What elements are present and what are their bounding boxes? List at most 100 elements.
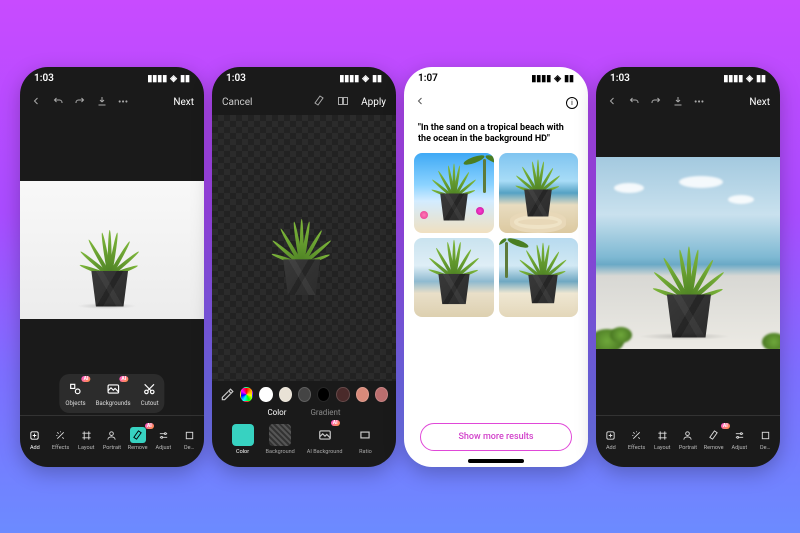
portrait-icon [680, 427, 696, 443]
flower-decor [476, 207, 484, 215]
color-swatch[interactable] [375, 387, 388, 402]
editor-canvas[interactable]: AI Objects AI Backgrounds Cutout [20, 115, 204, 415]
tool-label: Effects [628, 445, 645, 451]
status-icons: ▮▮▮▮ ◈ ▮▮ [531, 74, 574, 84]
tool-layout[interactable]: Layout [650, 427, 674, 451]
tab-gradient[interactable]: Gradient [310, 408, 340, 417]
tool-add[interactable]: Add [23, 427, 47, 451]
redo-icon[interactable] [650, 95, 662, 110]
canvas-content [596, 115, 780, 415]
adjust-icon [731, 427, 747, 443]
color-swatch[interactable] [259, 387, 272, 402]
show-more-label: Show more results [458, 432, 533, 442]
color-swatch[interactable] [317, 387, 330, 402]
palm-decor [483, 159, 486, 193]
show-more-button[interactable]: Show more results [420, 423, 572, 451]
tool-label: De… [760, 445, 770, 451]
tool-label: Remove [128, 445, 148, 451]
download-icon[interactable] [96, 95, 108, 110]
tool-adjust[interactable]: Adjust [727, 427, 751, 451]
signal-icon: ▮▮▮▮ [531, 74, 551, 84]
editor-canvas[interactable] [596, 115, 780, 415]
color-swatch[interactable] [279, 387, 292, 402]
undo-icon[interactable] [628, 95, 640, 110]
color-swatch[interactable] [336, 387, 349, 402]
result-thumbnail[interactable] [414, 238, 494, 318]
redo-icon[interactable] [74, 95, 86, 110]
tool-effects[interactable]: Effects [625, 427, 649, 451]
result-thumbnail[interactable] [414, 153, 494, 233]
eraser-icon[interactable] [313, 95, 325, 110]
back-icon[interactable] [606, 95, 618, 110]
color-gradient-tabs: Color Gradient [212, 408, 396, 421]
mode-color[interactable]: Color [232, 424, 254, 455]
next-button[interactable]: Next [173, 97, 194, 108]
cutout-icon [141, 380, 159, 398]
popup-cutout[interactable]: Cutout [141, 380, 159, 407]
results-grid [414, 153, 578, 317]
eyedropper-icon[interactable] [220, 387, 234, 401]
mode-ratio[interactable]: Ratio [354, 424, 376, 455]
tab-color[interactable]: Color [267, 408, 286, 417]
ai-badge: AI [82, 376, 91, 382]
popup-objects[interactable]: AI Objects [65, 380, 85, 407]
phone-2-background-color: 1:03 ▮▮▮▮ ◈ ▮▮ Cancel Apply [212, 67, 396, 467]
phone-4-editor-result: 1:03 ▮▮▮▮ ◈ ▮▮ ••• Next [596, 67, 780, 467]
back-icon[interactable] [414, 95, 426, 110]
plant-cutout [279, 259, 325, 295]
color-picker-swatch[interactable] [240, 387, 253, 402]
tool-remove[interactable]: AIRemove [702, 427, 726, 451]
tool-portrait[interactable]: Portrait [676, 427, 700, 451]
editor-nav: ••• Next [20, 91, 204, 115]
more-icon[interactable]: ••• [694, 97, 704, 108]
tool-label: Portrait [679, 445, 697, 451]
signal-icon: ▮▮▮▮ [147, 74, 167, 84]
wifi-icon: ◈ [746, 74, 753, 84]
result-thumbnail[interactable] [499, 153, 579, 233]
plant-overlay [434, 274, 473, 305]
wifi-icon: ◈ [554, 74, 561, 84]
background-mode-toolbar: Color Background AIAI Background Ratio [212, 421, 396, 467]
effects-icon [629, 427, 645, 443]
tool-adjust[interactable]: Adjust [151, 427, 175, 451]
color-mode-icon [232, 424, 254, 446]
ai-background-icon: AI [314, 424, 336, 446]
info-icon[interactable]: i [566, 97, 578, 109]
ratio-icon [354, 424, 376, 446]
tool-effects[interactable]: Effects [49, 427, 73, 451]
objects-icon: AI [66, 380, 84, 398]
tool-label: Effects [52, 445, 69, 451]
phone-1-editor-original: 1:03 ▮▮▮▮ ◈ ▮▮ ••• Next [20, 67, 204, 467]
color-swatch[interactable] [298, 387, 311, 402]
back-icon[interactable] [30, 95, 42, 110]
results-nav: i [404, 91, 588, 115]
cancel-button[interactable]: Cancel [222, 97, 252, 108]
wifi-icon: ◈ [362, 74, 369, 84]
editor-canvas-transparent[interactable] [212, 115, 396, 381]
download-icon[interactable] [672, 95, 684, 110]
tool-label: Layout [654, 445, 670, 451]
result-thumbnail[interactable] [499, 238, 579, 318]
editor-nav: ••• Next [596, 91, 780, 115]
popup-backgrounds[interactable]: AI Backgrounds [96, 380, 131, 407]
undo-icon[interactable] [52, 95, 64, 110]
more-icon[interactable]: ••• [118, 97, 128, 108]
mode-ai-background[interactable]: AIAI Background [307, 424, 343, 455]
next-button[interactable]: Next [749, 97, 770, 108]
tool-label: De… [184, 445, 194, 451]
apply-button[interactable]: Apply [361, 97, 386, 108]
compare-icon[interactable] [337, 95, 349, 110]
plant-overlay [521, 189, 556, 216]
remove-icon [130, 427, 146, 443]
tool-remove[interactable]: AIRemove [126, 427, 150, 451]
tool-label: Layout [78, 445, 94, 451]
tool-add[interactable]: Add [599, 427, 623, 451]
tool-extra[interactable]: De… [177, 427, 201, 451]
tool-layout[interactable]: Layout [74, 427, 98, 451]
mode-background[interactable]: Background [266, 424, 295, 455]
tool-extra[interactable]: De… [753, 427, 777, 451]
status-icons: ▮▮▮▮ ◈ ▮▮ [339, 74, 382, 84]
mode-label: Ratio [359, 449, 372, 455]
color-swatch[interactable] [356, 387, 369, 402]
tool-portrait[interactable]: Portrait [100, 427, 124, 451]
